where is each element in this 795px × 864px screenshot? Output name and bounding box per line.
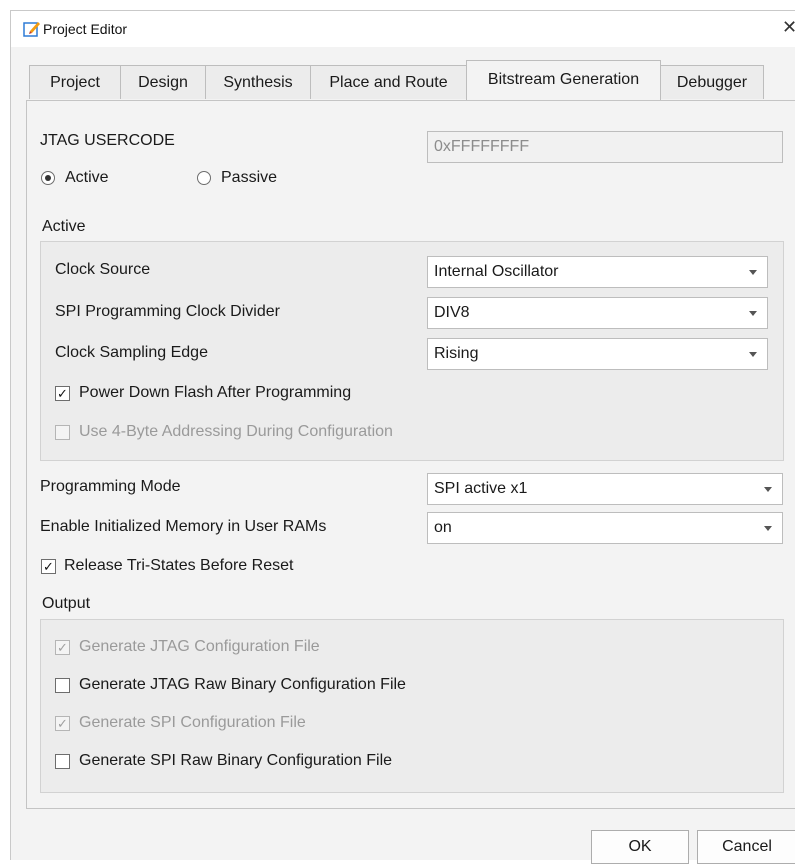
tab-bitstream-generation[interactable]: Bitstream Generation: [466, 60, 661, 100]
tab-place-and-route[interactable]: Place and Route: [310, 65, 467, 99]
release-tristates-checkbox[interactable]: ✓: [41, 559, 56, 574]
active-radio-label[interactable]: Active: [65, 169, 109, 187]
programming-mode-value: SPI active x1: [434, 480, 528, 497]
four-byte-addressing-checkbox: [55, 425, 70, 440]
active-radio[interactable]: [41, 171, 55, 185]
output-group-title: Output: [42, 595, 91, 612]
clock-source-select[interactable]: Internal Oscillator: [427, 256, 768, 288]
init-memory-label: Enable Initialized Memory in User RAMs: [40, 518, 327, 535]
clock-sampling-edge-value: Rising: [434, 345, 479, 362]
jtag-usercode-field[interactable]: 0xFFFFFFFF: [427, 131, 783, 163]
window-title: Project Editor: [43, 21, 128, 37]
spi-config-label: Generate SPI Configuration File: [79, 714, 306, 731]
four-byte-addressing-label: Use 4-Byte Addressing During Configurati…: [79, 423, 393, 440]
jtag-config-checkbox: ✓: [55, 640, 70, 655]
clock-source-label: Clock Source: [55, 261, 151, 278]
init-memory-select[interactable]: on: [427, 512, 783, 544]
passive-radio-label[interactable]: Passive: [221, 169, 277, 187]
chevron-down-icon: [749, 311, 757, 316]
project-editor-icon: [23, 22, 40, 37]
tab-project[interactable]: Project: [29, 65, 121, 99]
spi-raw-binary-label[interactable]: Generate SPI Raw Binary Configuration Fi…: [79, 752, 392, 770]
spi-clock-divider-value: DIV8: [434, 304, 470, 321]
tab-synthesis[interactable]: Synthesis: [205, 65, 311, 99]
jtag-usercode-label: JTAG USERCODE: [40, 132, 175, 149]
jtag-raw-binary-label[interactable]: Generate JTAG Raw Binary Configuration F…: [79, 676, 406, 694]
tab-design[interactable]: Design: [120, 65, 206, 99]
title-bar: Project Editor ✕: [11, 11, 795, 47]
jtag-config-label: Generate JTAG Configuration File: [79, 638, 320, 655]
passive-radio[interactable]: [197, 171, 211, 185]
chevron-down-icon: [749, 270, 757, 275]
spi-config-checkbox: ✓: [55, 716, 70, 731]
chevron-down-icon: [749, 352, 757, 357]
programming-mode-select[interactable]: SPI active x1: [427, 473, 783, 505]
clock-source-value: Internal Oscillator: [434, 263, 559, 280]
spi-clock-divider-select[interactable]: DIV8: [427, 297, 768, 329]
init-memory-value: on: [434, 519, 452, 536]
spi-raw-binary-checkbox[interactable]: [55, 754, 70, 769]
programming-mode-label: Programming Mode: [40, 478, 181, 495]
close-icon[interactable]: ✕: [782, 17, 795, 38]
jtag-raw-binary-checkbox[interactable]: [55, 678, 70, 693]
chevron-down-icon: [764, 526, 772, 531]
spi-clock-divider-label: SPI Programming Clock Divider: [55, 303, 280, 320]
release-tristates-label[interactable]: Release Tri-States Before Reset: [64, 557, 293, 575]
active-group-title: Active: [42, 218, 86, 235]
chevron-down-icon: [764, 487, 772, 492]
project-editor-window: Project Editor ✕ Project Design Synthesi…: [10, 10, 795, 864]
clock-sampling-edge-label: Clock Sampling Edge: [55, 344, 208, 361]
tab-debugger[interactable]: Debugger: [660, 65, 764, 99]
power-down-flash-label[interactable]: Power Down Flash After Programming: [79, 384, 351, 402]
clock-sampling-edge-select[interactable]: Rising: [427, 338, 768, 370]
power-down-flash-checkbox[interactable]: ✓: [55, 386, 70, 401]
